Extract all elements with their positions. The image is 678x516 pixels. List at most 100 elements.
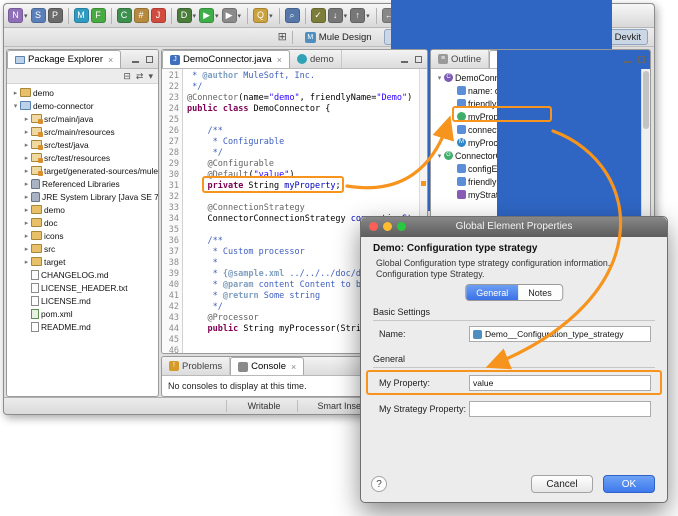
expand-arrow-icon[interactable]: ▸ [22, 154, 31, 162]
tree-item[interactable]: LICENSE_HEADER.txt [7, 281, 158, 294]
close-button[interactable] [369, 222, 378, 231]
my-property-row: My Property: value [373, 375, 655, 392]
dropdown-arrow-icon[interactable]: ▾ [238, 12, 242, 20]
perspective-mule-design[interactable]: M Mule Design [298, 29, 379, 45]
tree-item[interactable]: ▸demo [7, 86, 158, 99]
tree-item[interactable]: ▸src/main/resources [7, 125, 158, 138]
tab-notes[interactable]: Notes [518, 285, 562, 300]
expand-arrow-icon[interactable]: ▸ [22, 167, 31, 175]
close-icon[interactable]: × [277, 55, 282, 65]
new-java-class-icon[interactable]: C [117, 8, 132, 23]
cancel-button[interactable]: Cancel [531, 475, 593, 493]
tab-console[interactable]: Console × [230, 357, 304, 375]
tab-democonnector-java[interactable]: J DemoConnector.java × [162, 50, 290, 68]
tab-outline[interactable]: ≡ Outline [431, 50, 489, 68]
tree-item[interactable]: ▸icons [7, 229, 158, 242]
expand-arrow-icon[interactable]: ▾ [435, 152, 444, 160]
close-icon[interactable]: × [108, 55, 113, 65]
expand-arrow-icon[interactable]: ▸ [22, 115, 31, 123]
new-jar-icon[interactable]: J [151, 8, 166, 23]
print-icon[interactable]: P [48, 8, 63, 23]
search-icon[interactable]: ⌕ [285, 8, 300, 23]
expand-arrow-icon[interactable]: ▸ [22, 193, 31, 201]
next-annotation-icon[interactable]: ↓ [328, 8, 343, 23]
tree-item[interactable]: ▸target/generated-sources/mule [7, 164, 158, 177]
my-property-field[interactable]: value [469, 375, 651, 391]
expand-arrow-icon[interactable]: ▸ [11, 89, 20, 97]
attr-blue-icon [457, 86, 466, 95]
minimize-icon[interactable] [131, 55, 140, 64]
dropdown-arrow-icon[interactable]: ▾ [24, 12, 28, 20]
tree-item[interactable]: ▾demo-connector [7, 99, 158, 112]
save-icon[interactable]: S [31, 8, 46, 23]
expand-arrow-icon[interactable]: ▸ [22, 141, 31, 149]
maximize-icon[interactable] [414, 55, 423, 64]
close-icon[interactable]: × [291, 362, 296, 372]
dropdown-arrow-icon[interactable]: ▾ [366, 12, 370, 20]
tree-item[interactable]: CHANGELOG.md [7, 268, 158, 281]
run-icon[interactable]: ▶ [199, 8, 214, 23]
collapse-all-icon[interactable]: ⊟ [123, 71, 131, 82]
view-menu-icon[interactable]: ▾ [148, 71, 153, 82]
name-label: Name: [379, 329, 406, 339]
my-strategy-property-field[interactable] [469, 401, 651, 417]
tab-demo[interactable]: demo [290, 50, 342, 68]
mark-occurrences-icon[interactable]: ✓ [311, 8, 326, 23]
java-file-icon: J [170, 55, 180, 65]
expand-arrow-icon[interactable]: ▸ [22, 180, 31, 188]
new-wizard-icon[interactable]: N [8, 8, 23, 23]
tab-problems[interactable]: ! Problems [162, 357, 230, 375]
tree-item[interactable]: ▸JRE System Library [Java SE 7] [7, 190, 158, 203]
expand-arrow-icon[interactable]: ▸ [22, 245, 31, 253]
code-line [187, 192, 419, 203]
expand-arrow-icon[interactable]: ▸ [22, 206, 31, 214]
expand-arrow-icon[interactable]: ▸ [22, 128, 31, 136]
prev-annotation-icon[interactable]: ↑ [350, 8, 365, 23]
new-java-package-icon[interactable]: # [134, 8, 149, 23]
tree-item[interactable]: ▸Referenced Libraries [7, 177, 158, 190]
tree-item[interactable]: pom.xml [7, 307, 158, 320]
line-number: 21 [162, 71, 179, 82]
expand-arrow-icon[interactable]: ▸ [22, 258, 31, 266]
tree-item[interactable]: ▸src/test/resources [7, 151, 158, 164]
minimize-button[interactable] [383, 222, 392, 231]
dropdown-arrow-icon[interactable]: ▾ [269, 12, 273, 20]
minimize-icon[interactable] [623, 55, 632, 64]
tree-item[interactable]: README.md [7, 320, 158, 333]
dropdown-arrow-icon[interactable]: ▾ [344, 12, 348, 20]
minimize-icon[interactable] [400, 55, 409, 64]
dropdown-arrow-icon[interactable]: ▾ [215, 12, 219, 20]
link-with-editor-icon[interactable]: ⇄ [136, 71, 144, 82]
external-tools-icon[interactable]: ▶ [222, 8, 237, 23]
tree-item[interactable]: ▸src/main/java [7, 112, 158, 125]
maximize-icon[interactable] [145, 55, 154, 64]
file-icon [31, 270, 39, 280]
scrollbar-thumb[interactable] [643, 71, 649, 129]
expand-arrow-icon[interactable]: ▾ [11, 102, 20, 110]
ok-button[interactable]: OK [603, 475, 655, 493]
perspective-devkit[interactable]: D Devkit [384, 29, 648, 45]
tree-item[interactable]: ▸src [7, 242, 158, 255]
help-button[interactable]: ? [371, 476, 387, 492]
maximize-icon[interactable] [637, 55, 646, 64]
open-perspective-icon[interactable]: ⊞ [278, 32, 287, 43]
expand-arrow-icon[interactable]: ▾ [435, 74, 444, 82]
expand-arrow-icon[interactable]: ▸ [22, 232, 31, 240]
my-strategy-property-label: My Strategy Property: [379, 404, 466, 414]
tree-item[interactable]: ▸demo [7, 203, 158, 216]
tree-item[interactable]: ▸doc [7, 216, 158, 229]
expand-arrow-icon[interactable]: ▸ [22, 219, 31, 227]
tree-item[interactable]: ▸src/test/java [7, 138, 158, 151]
zoom-button[interactable] [397, 222, 406, 231]
coverage-icon[interactable]: Q [253, 8, 268, 23]
new-mule-flow-icon[interactable]: F [91, 8, 106, 23]
debug-icon[interactable]: D [177, 8, 192, 23]
dialog-title-bar[interactable]: Global Element Properties [361, 217, 667, 237]
new-mule-project-icon[interactable]: M [74, 8, 89, 23]
tree-item[interactable]: LICENSE.md [7, 294, 158, 307]
name-field[interactable]: Demo__Configuration_type_strategy [469, 326, 651, 342]
tree-item[interactable]: ▸target [7, 255, 158, 268]
dropdown-arrow-icon[interactable]: ▾ [193, 12, 197, 20]
tab-package-explorer[interactable]: Package Explorer × [7, 50, 121, 68]
tab-general[interactable]: General [466, 285, 518, 300]
